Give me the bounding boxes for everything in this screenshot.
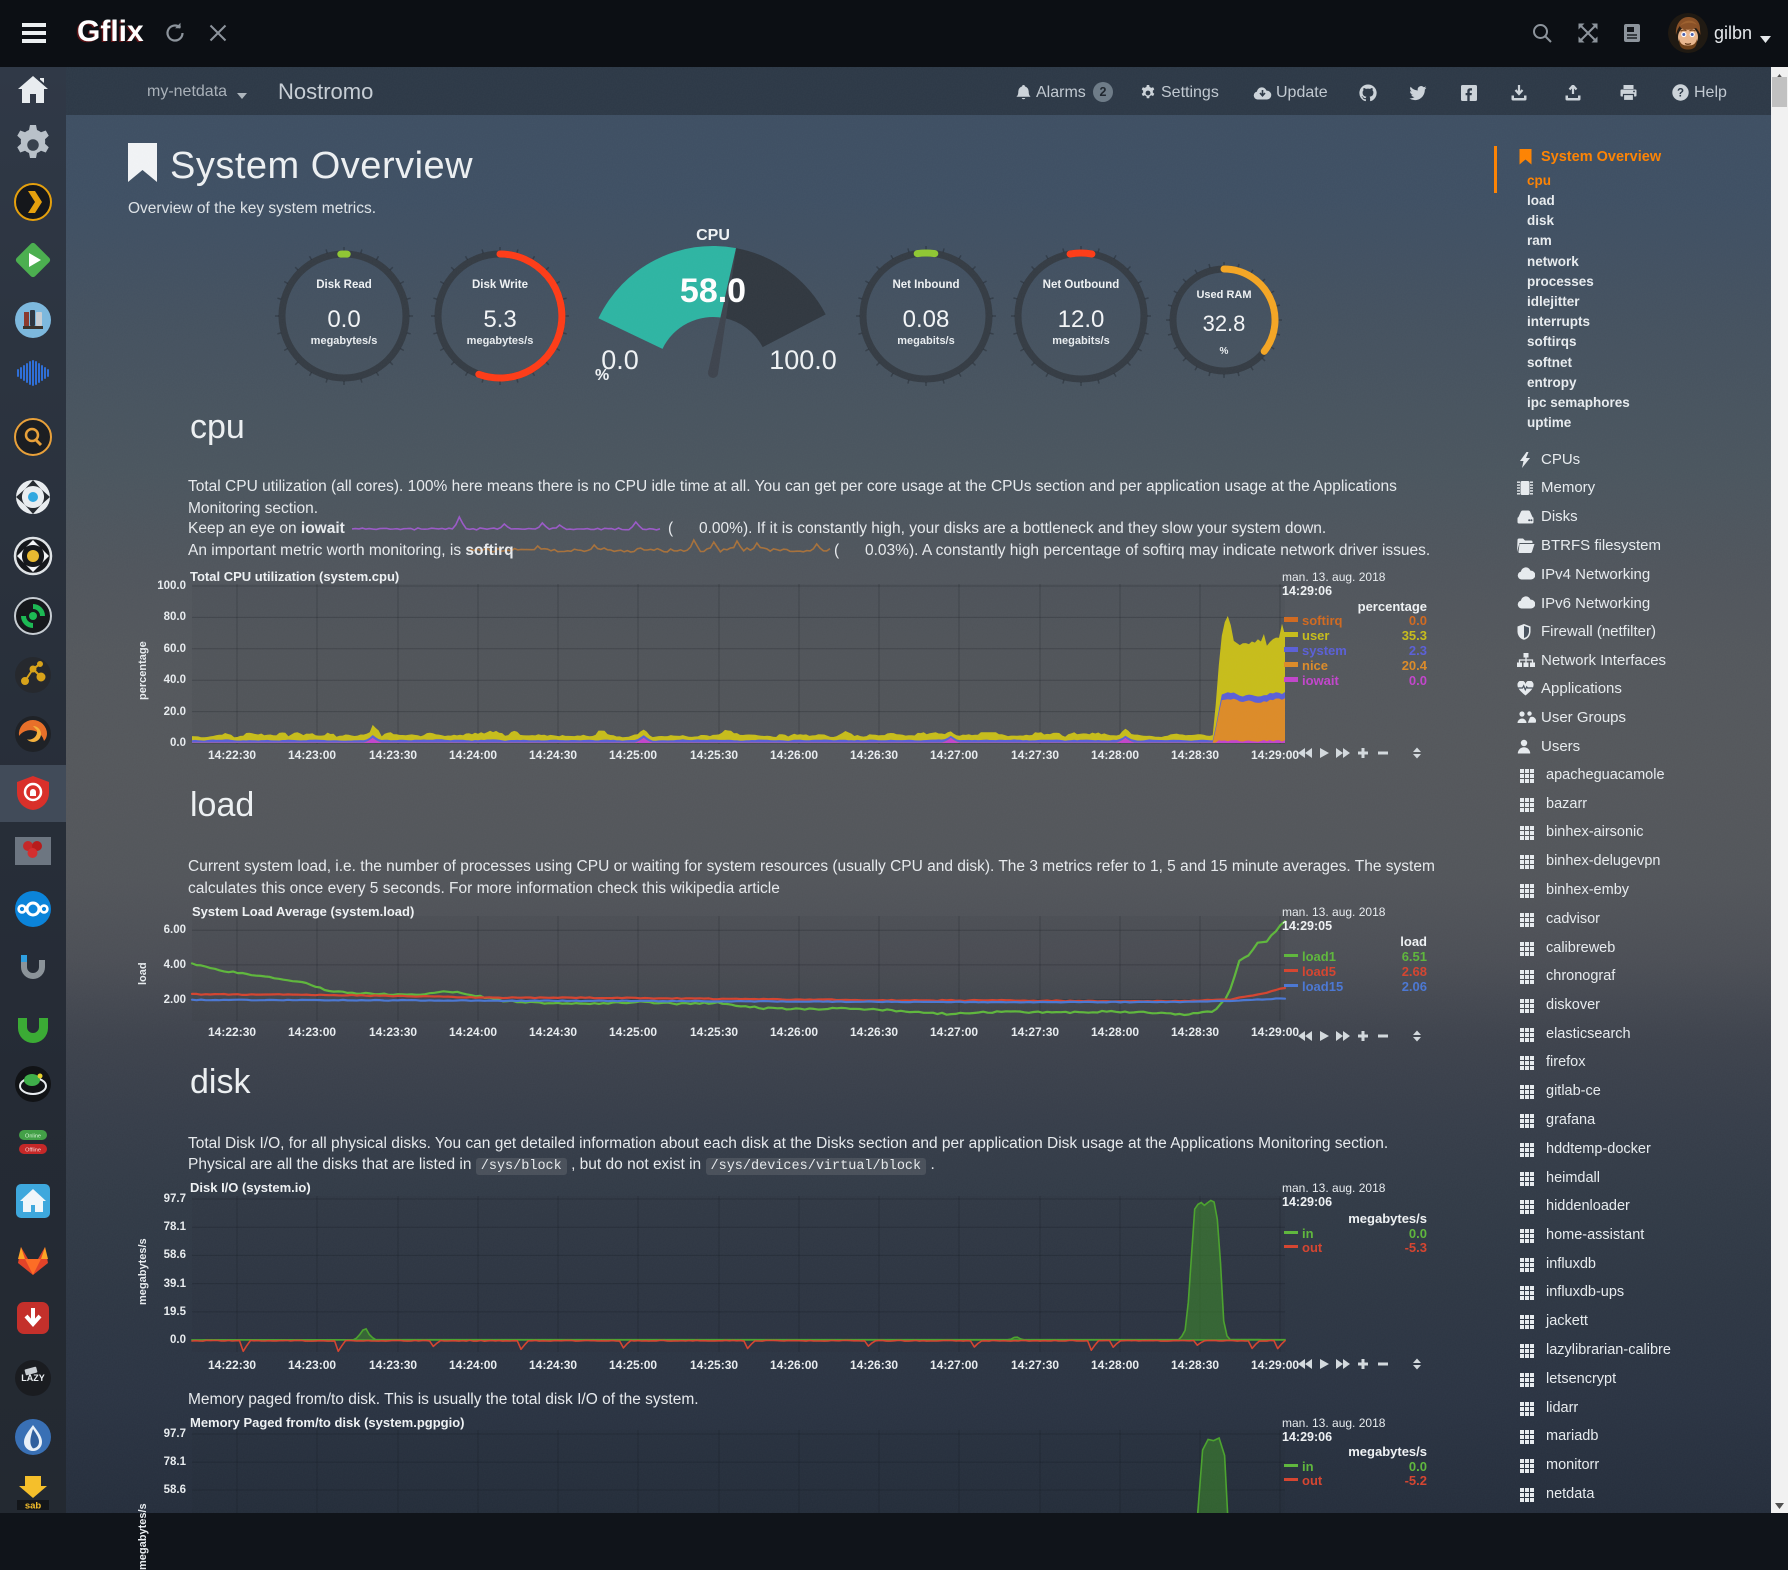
svg-text:sab: sab: [25, 1501, 42, 1511]
svg-text:LAZY: LAZY: [21, 1373, 45, 1383]
svg-text:Offline: Offline: [25, 1148, 41, 1154]
svg-text:Online: Online: [25, 1134, 41, 1140]
